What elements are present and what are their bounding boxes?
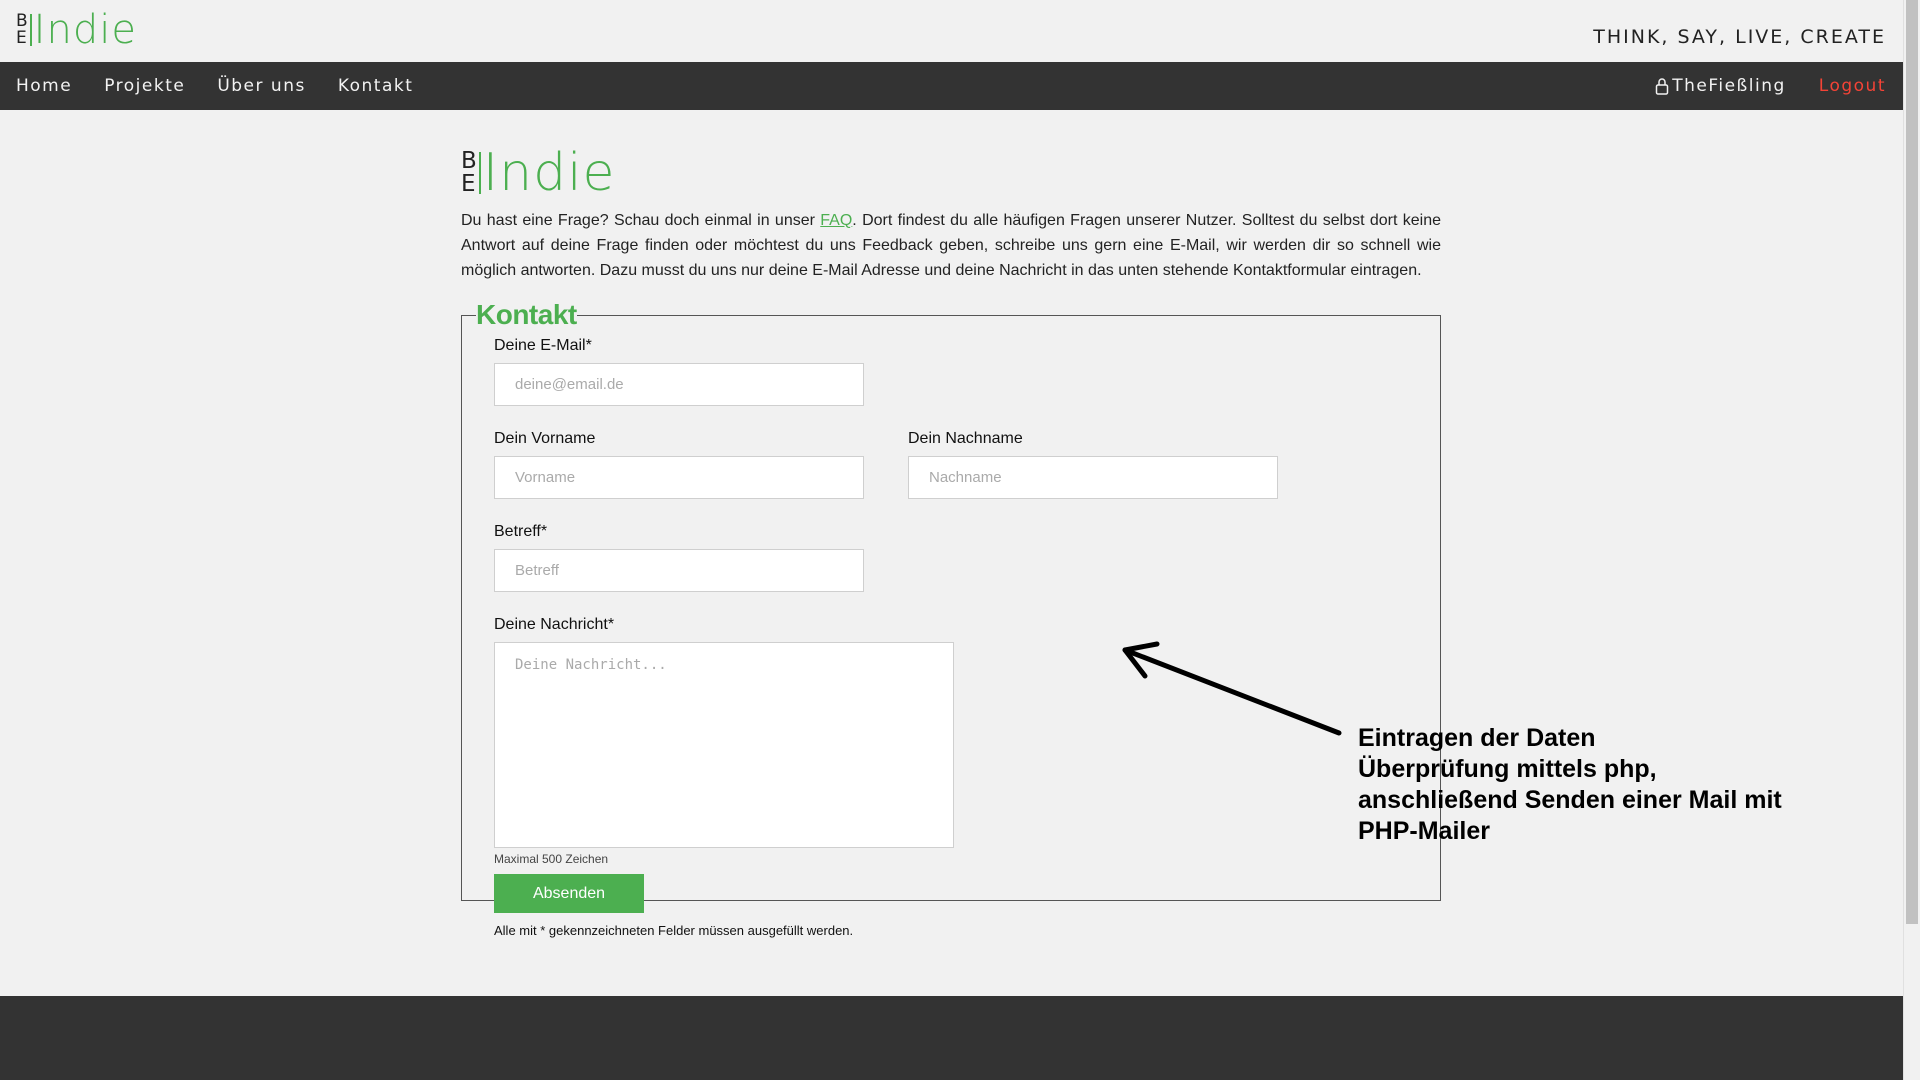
- email-label: Deine E-Mail*: [494, 337, 592, 354]
- annotation-line: PHP-Mailer: [1358, 817, 1490, 845]
- page-footer: [0, 996, 1904, 1080]
- annotation-line: anschließend Senden einer Mail mit: [1358, 786, 1782, 814]
- faq-link[interactable]: FAQ: [820, 212, 852, 229]
- logo-indie-text: Indie: [33, 7, 137, 53]
- intro-text-start: Du hast eine Frage? Schau doch einmal in…: [461, 212, 821, 229]
- annotation-line: Überprüfung mittels php,: [1358, 755, 1657, 783]
- contact-content: B E Indie Du hast eine Frage? Schau doch…: [461, 143, 1441, 938]
- email-field-group: Deine E-Mail*: [494, 337, 864, 406]
- nav-user-account[interactable]: TheFießling: [1655, 76, 1786, 96]
- logo-be-bottom: E: [16, 28, 27, 48]
- annotation-text: Eintragen der Daten Überprüfung mittels …: [1358, 723, 1818, 847]
- submit-button[interactable]: Absenden: [494, 874, 644, 913]
- content-logo-divider: [478, 152, 481, 194]
- firstname-field-group: Dein Vorname: [494, 430, 864, 499]
- lastname-label: Dein Nachname: [908, 430, 1023, 447]
- contact-form: Kontakt Deine E-Mail* Dein Vorname Dein …: [461, 299, 1441, 938]
- vertical-scrollbar[interactable]: [1903, 0, 1920, 1080]
- annotation-line: Eintragen der Daten: [1358, 724, 1596, 752]
- content-logo-be-mark: B E: [461, 150, 477, 196]
- subject-input[interactable]: [494, 549, 864, 592]
- firstname-input[interactable]: [494, 456, 864, 499]
- lastname-field-group: Dein Nachname: [908, 430, 1278, 499]
- scrollbar-thumb[interactable]: [1906, 0, 1918, 924]
- subject-field-group: Betreff*: [494, 523, 864, 592]
- nav-user-name: TheFießling: [1672, 76, 1786, 96]
- subject-label: Betreff*: [494, 523, 548, 540]
- message-hint: Maximal 500 Zeichen: [494, 852, 609, 866]
- name-row: Dein Vorname Dein Nachname: [494, 430, 1408, 499]
- nav-item-ueber-uns[interactable]: Über uns: [217, 76, 306, 96]
- logo-divider: [29, 14, 32, 46]
- site-logo[interactable]: B E Indie: [16, 7, 137, 53]
- logo-be-mark: B E: [16, 13, 28, 47]
- logout-link[interactable]: Logout: [1819, 76, 1886, 96]
- nav-item-kontakt[interactable]: Kontakt: [338, 76, 414, 96]
- nav-left: Home Projekte Über uns Kontakt: [16, 76, 445, 96]
- firstname-label: Dein Vorname: [494, 430, 596, 447]
- content-logo-be-bottom: E: [461, 171, 476, 197]
- subject-row: Betreff*: [494, 523, 1408, 592]
- content-logo-be-top: B: [461, 148, 477, 174]
- main-navbar: Home Projekte Über uns Kontakt TheFießli…: [0, 62, 1904, 110]
- email-row: Deine E-Mail*: [494, 337, 1408, 406]
- required-note: Alle mit * gekennzeichneten Felder müsse…: [494, 923, 854, 938]
- nav-right: TheFießling Logout: [1655, 76, 1904, 96]
- message-label: Deine Nachricht*: [494, 616, 615, 633]
- lastname-input[interactable]: [908, 456, 1278, 499]
- intro-text: Du hast eine Frage? Schau doch einmal in…: [461, 208, 1441, 283]
- nav-item-home[interactable]: Home: [16, 76, 72, 96]
- site-slogan: THINK, SAY, LIVE, CREATE: [1593, 26, 1886, 48]
- message-textarea[interactable]: [494, 642, 954, 848]
- user-lock-icon: [1655, 78, 1669, 95]
- nav-item-projekte[interactable]: Projekte: [104, 76, 185, 96]
- content-logo-indie-text: Indie: [482, 143, 616, 203]
- email-input[interactable]: [494, 363, 864, 406]
- page: B E Indie THINK, SAY, LIVE, CREATE Home …: [0, 0, 1904, 1080]
- arrow-left-icon: [1122, 641, 1342, 736]
- form-legend: Kontakt: [476, 299, 577, 330]
- top-header: B E Indie THINK, SAY, LIVE, CREATE: [0, 0, 1904, 62]
- content-logo: B E Indie: [461, 143, 1441, 203]
